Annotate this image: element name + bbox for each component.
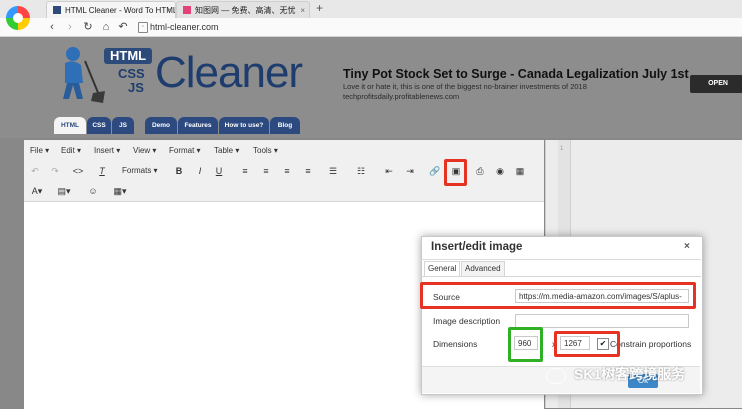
watermark-chat-icon xyxy=(546,368,566,384)
page-icon: ▫ xyxy=(138,22,148,33)
site-tab-features[interactable]: Features xyxy=(178,117,218,134)
link-icon[interactable]: 🔗 xyxy=(428,164,442,178)
forward-button[interactable]: › xyxy=(63,18,77,36)
background-color-icon[interactable]: ▤▾ xyxy=(57,184,71,198)
line-number: 1 xyxy=(560,146,564,152)
constrain-proportions-label: Constrain proportions xyxy=(610,339,692,349)
browser-logo-icon[interactable] xyxy=(6,6,30,30)
dialog-tab-general[interactable]: General xyxy=(424,261,461,276)
logo-cleaner: Cleaner xyxy=(155,48,303,97)
image-description-label: Image description xyxy=(433,316,501,326)
home-button[interactable]: ⌂ xyxy=(99,18,113,36)
site-tab-css[interactable]: CSS xyxy=(87,117,111,134)
image-description-input[interactable] xyxy=(515,314,689,328)
tab-close-icon[interactable]: × xyxy=(166,2,171,19)
table-icon[interactable]: ▦▾ xyxy=(110,184,130,198)
mascot-broom-icon xyxy=(63,47,105,103)
site-tab-demo[interactable]: Demo xyxy=(145,117,177,134)
bold-icon[interactable]: B xyxy=(172,164,186,178)
ad-text: Love it or hate it, this is one of the b… xyxy=(343,82,587,91)
dialog-close-icon[interactable]: × xyxy=(684,241,690,252)
back-button[interactable]: ‹ xyxy=(45,18,59,36)
reload-button[interactable]: ↻ xyxy=(81,18,95,36)
divider xyxy=(421,259,701,260)
browser-tab-zhitu[interactable]: 知图网 — 免费、高清、无忧 × xyxy=(176,1,310,19)
align-center-icon[interactable]: ≡ xyxy=(259,164,273,178)
align-justify-icon[interactable]: ≡ xyxy=(301,164,315,178)
ad-open-button[interactable]: OPEN xyxy=(690,75,742,93)
redo-icon[interactable]: ↷ xyxy=(48,164,62,178)
align-left-icon[interactable]: ≡ xyxy=(238,164,252,178)
logo-css: CSS xyxy=(118,66,145,81)
divider xyxy=(421,276,701,277)
underline-icon[interactable]: U xyxy=(212,164,226,178)
browser-tab-html-cleaner[interactable]: HTML Cleaner - Word To HTML × xyxy=(46,1,176,19)
ad-title[interactable]: Tiny Pot Stock Set to Surge - Canada Leg… xyxy=(343,67,689,81)
clear-formatting-icon[interactable]: T xyxy=(95,164,109,178)
dialog-title: Insert/edit image xyxy=(431,241,523,253)
menu-view[interactable]: View ▾ xyxy=(133,146,156,155)
undo-close-button[interactable]: ↶ xyxy=(116,18,130,36)
tab-title: 知图网 — 免费、高清、无忧 xyxy=(195,6,296,15)
site-tab-js[interactable]: JS xyxy=(112,117,134,134)
site-tab-html[interactable]: HTML xyxy=(54,117,86,134)
text-color-icon[interactable]: A▾ xyxy=(30,184,44,198)
site-tab-how-to-use[interactable]: How to use? xyxy=(219,117,269,134)
html-cleaner-favicon-icon xyxy=(53,6,61,14)
menu-file[interactable]: File ▾ xyxy=(30,146,49,155)
watermark-text: SK1树客跨境服务 xyxy=(574,366,686,382)
dimensions-label: Dimensions xyxy=(433,339,478,349)
menu-tools[interactable]: Tools ▾ xyxy=(253,146,278,155)
logo-js: JS xyxy=(128,80,144,95)
preview-icon[interactable]: ◉ xyxy=(493,164,507,178)
undo-icon[interactable]: ↶ xyxy=(28,164,42,178)
address-bar[interactable]: html-cleaner.com xyxy=(150,20,219,34)
highlight-insert-image xyxy=(444,159,467,186)
ad-source: techprofitsdaily.profitablenews.com xyxy=(343,92,460,101)
zhitu-favicon-icon xyxy=(183,6,191,14)
new-tab-button[interactable]: + xyxy=(316,1,323,15)
highlight-source xyxy=(420,282,696,309)
logo-html: HTML xyxy=(104,48,153,64)
bullet-list-icon[interactable]: ☰ xyxy=(326,164,340,178)
menu-table[interactable]: Table ▾ xyxy=(214,146,239,155)
site-tab-blog[interactable]: Blog xyxy=(270,117,300,134)
tab-title: HTML Cleaner - Word To HTML xyxy=(65,6,176,15)
align-right-icon[interactable]: ≡ xyxy=(280,164,294,178)
italic-icon[interactable]: I xyxy=(193,164,207,178)
indent-icon[interactable]: ⇥ xyxy=(403,164,417,178)
media-icon[interactable]: ▦ xyxy=(513,164,527,178)
highlight-width xyxy=(508,327,543,362)
emoticons-icon[interactable]: ☺ xyxy=(86,184,100,198)
menu-edit[interactable]: Edit ▾ xyxy=(61,146,81,155)
outdent-icon[interactable]: ⇤ xyxy=(382,164,396,178)
highlight-height xyxy=(554,331,620,357)
tab-close-icon[interactable]: × xyxy=(300,2,305,19)
print-icon[interactable]: ⎙ xyxy=(473,164,487,178)
formats-dropdown[interactable]: Formats ▾ xyxy=(122,164,158,178)
menu-format[interactable]: Format ▾ xyxy=(169,146,201,155)
dialog-tab-advanced[interactable]: Advanced xyxy=(461,261,505,276)
source-code-icon[interactable]: <> xyxy=(71,164,85,178)
menu-insert[interactable]: Insert ▾ xyxy=(94,146,120,155)
numbered-list-icon[interactable]: ☷ xyxy=(354,164,368,178)
